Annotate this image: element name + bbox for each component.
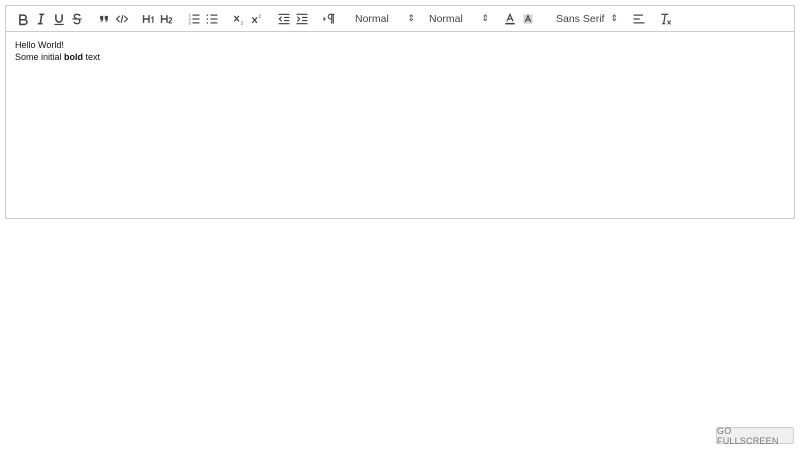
- go-fullscreen-button[interactable]: GO FULLSCREEN: [716, 426, 794, 446]
- content-bold-text: bold: [64, 51, 84, 62]
- size-select-value: Normal: [355, 12, 389, 25]
- text-color-icon[interactable]: [501, 10, 519, 28]
- chevron-updown-icon: ⇕: [610, 13, 618, 23]
- rich-text-editor: 123 2 2 Normal ⇕ Normal ⇕ Sans Serif ⇕ H…: [5, 5, 795, 219]
- bold-icon[interactable]: [14, 10, 32, 28]
- superscript-icon[interactable]: 2: [248, 10, 266, 28]
- blockquote-icon[interactable]: [95, 10, 113, 28]
- editor-toolbar: 123 2 2 Normal ⇕ Normal ⇕ Sans Serif ⇕: [6, 6, 794, 32]
- background-color-icon[interactable]: [519, 10, 537, 28]
- font-select[interactable]: Sans Serif ⇕: [554, 10, 618, 28]
- clean-format-icon[interactable]: [657, 10, 675, 28]
- indent-icon[interactable]: [293, 10, 311, 28]
- content-line-2: Some initial bold text: [15, 52, 785, 64]
- header2-icon[interactable]: [158, 10, 176, 28]
- code-block-icon[interactable]: [113, 10, 131, 28]
- strike-icon[interactable]: [68, 10, 86, 28]
- chevron-updown-icon: ⇕: [407, 13, 415, 23]
- header1-icon[interactable]: [140, 10, 158, 28]
- content-line-1: Hello World!: [15, 40, 64, 50]
- subscript-icon[interactable]: 2: [230, 10, 248, 28]
- header-select[interactable]: Normal ⇕: [427, 10, 489, 28]
- header-select-value: Normal: [429, 12, 463, 25]
- ordered-list-icon[interactable]: 123: [185, 10, 203, 28]
- svg-text:2: 2: [241, 20, 244, 25]
- outdent-icon[interactable]: [275, 10, 293, 28]
- size-select[interactable]: Normal ⇕: [353, 10, 415, 28]
- font-select-value: Sans Serif: [556, 12, 605, 25]
- direction-rtl-icon[interactable]: [320, 10, 338, 28]
- underline-icon[interactable]: [50, 10, 68, 28]
- bullet-list-icon[interactable]: [203, 10, 221, 28]
- chevron-updown-icon: ⇕: [481, 13, 489, 23]
- content-text: Some initial: [15, 51, 65, 62]
- content-text: text: [83, 51, 101, 62]
- align-icon[interactable]: [630, 10, 648, 28]
- svg-text:3: 3: [189, 20, 191, 25]
- italic-icon[interactable]: [32, 10, 50, 28]
- editor-content[interactable]: Hello World! Some initial bold text: [6, 32, 794, 71]
- svg-text:2: 2: [259, 13, 262, 18]
